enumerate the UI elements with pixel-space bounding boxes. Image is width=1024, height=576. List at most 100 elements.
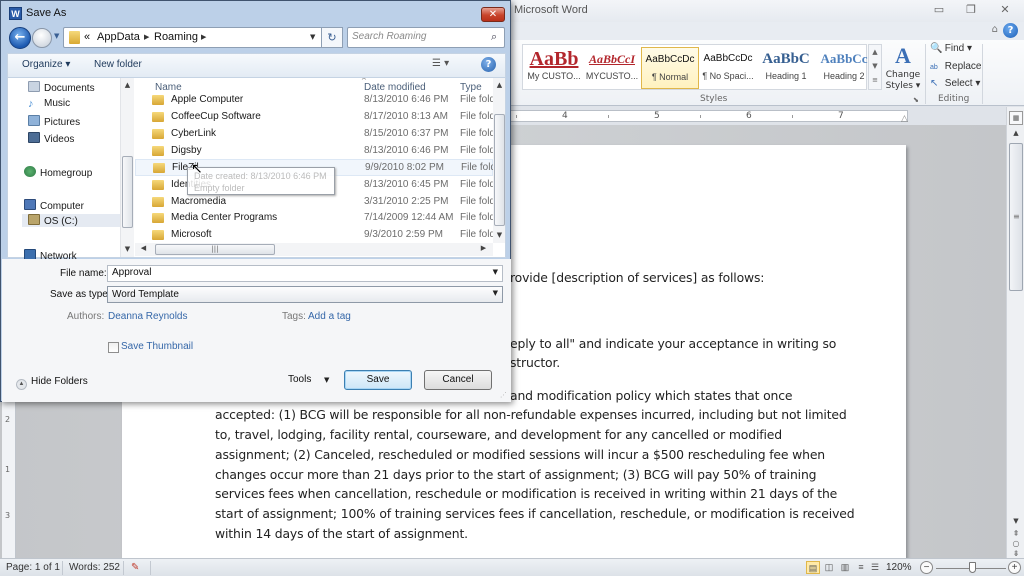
file-row[interactable]: Microsoft 9/3/2010 2:59 PM File folder [135,227,498,244]
scroll-left-arrow[interactable]: ◀ [137,244,150,252]
add-tag-link[interactable]: Add a tag [308,311,351,322]
select-button[interactable]: ↖ Select ▾ [930,78,980,89]
cancel-button[interactable]: Cancel [424,370,492,390]
recent-pages-dropdown-icon[interactable]: ▼ [54,32,59,40]
style-normal[interactable]: AaBbCcDc ¶ Normal [641,47,699,89]
scroll-down-arrow[interactable]: ▼ [121,245,134,253]
zoom-slider-thumb[interactable] [968,562,976,573]
navigation-pane-scrollbar[interactable]: ▲ ▼ [120,78,134,257]
chevron-down-icon[interactable]: ▼ [324,376,329,384]
outline-view-icon[interactable]: ≡ [854,561,868,574]
resize-grip-icon[interactable]: ⋰ [500,391,507,399]
file-row[interactable]: CoffeeCup Software 8/17/2010 8:13 AM Fil… [135,109,498,126]
save-button[interactable]: Save [344,370,412,390]
file-list-vertical-scrollbar[interactable]: ▲ ▼ [493,78,505,243]
new-folder-button[interactable]: New folder [94,59,142,70]
dialog-close-button[interactable]: ✕ [481,7,505,22]
nav-item-computer[interactable]: Computer [24,199,84,212]
minimize-ribbon-icon[interactable]: ⌂ [992,24,998,35]
chevron-down-icon[interactable]: ▼ [493,268,498,276]
scroll-up-arrow[interactable]: ▲ [1007,129,1024,139]
save-as-type-select[interactable]: Word Template ▼ [107,286,503,303]
zoom-level[interactable]: 120% [886,562,912,573]
search-input[interactable] [352,31,482,42]
file-row[interactable]: CyberLink 8/15/2010 6:37 PM File folder [135,126,498,143]
tools-button[interactable]: Tools [288,374,311,385]
nav-item-videos[interactable]: Videos [28,132,74,145]
nav-item-homegroup[interactable]: Homegroup [24,166,92,179]
previous-page-icon[interactable]: ⇞ [1007,529,1024,538]
full-screen-reading-view-icon[interactable]: ◫ [822,561,836,574]
change-view-button[interactable]: ☰ ▾ [432,58,449,69]
nav-item-documents[interactable]: Documents [28,81,95,94]
zoom-out-button[interactable]: − [920,561,933,574]
next-page-icon[interactable]: ⇟ [1007,549,1024,558]
scroll-thumb[interactable] [494,114,505,226]
style-my-custom-2[interactable]: AaBbCcI MYCUSTO... [583,47,641,89]
more-styles-icon[interactable]: ≡ [869,73,881,87]
file-list-horizontal-scrollbar[interactable]: ◀ ||| ▶ [135,243,493,256]
scroll-thumb[interactable]: ||| [155,244,275,255]
dialog-titlebar[interactable]: W Save As ✕ [1,1,510,25]
file-row[interactable]: Media Center Programs 7/14/2009 12:44 AM… [135,210,498,227]
scroll-up-arrow[interactable]: ▲ [121,81,134,89]
search-box[interactable]: ⌕ [347,27,505,48]
page-count[interactable]: Page: 1 of 1 [6,562,60,573]
web-layout-view-icon[interactable]: ▥ [838,561,852,574]
vertical-scrollbar[interactable]: ▦ ▲ ≡ ▼ ⇞ ○ ⇟ [1006,107,1024,558]
scroll-thumb[interactable]: ≡ [1009,143,1023,291]
proofing-icon[interactable]: ✎ [131,562,139,573]
styles-gallery-scroll[interactable]: ▲ ▼ ≡ [868,44,882,90]
style-no-spacing[interactable]: AaBbCcDc ¶ No Spaci... [699,47,757,89]
word-count[interactable]: Words: 252 [69,562,120,573]
search-icon[interactable]: ⌕ [491,30,497,44]
chevron-right-icon[interactable]: ▶ [201,33,206,41]
file-name-input[interactable] [112,267,472,278]
nav-item-music[interactable]: ♪ Music [28,98,70,110]
chevron-down-icon[interactable]: ▼ [310,33,315,41]
refresh-button[interactable]: ↻ [321,27,343,48]
file-name-field[interactable]: ▼ [107,265,503,282]
file-row[interactable]: Macromedia 3/31/2010 2:25 PM File folder [135,194,498,211]
nav-item-os-c[interactable]: OS (C:) [22,214,122,227]
breadcrumb-roaming[interactable]: Roaming [154,31,198,43]
chevron-up-icon[interactable]: ▲ [869,45,881,59]
scroll-right-arrow[interactable]: ▶ [477,244,490,252]
view-ruler-icon[interactable]: ▦ [1009,111,1023,125]
chevron-down-icon[interactable]: ▼ [493,289,498,297]
help-icon[interactable]: ? [1003,23,1018,38]
print-layout-view-icon[interactable]: ▤ [806,561,820,574]
scroll-down-arrow[interactable]: ▼ [1007,517,1024,527]
authors-value[interactable]: Deanna Reynolds [108,311,188,322]
address-bar[interactable]: « AppData ▶ Roaming ▶ ▼ [63,27,323,48]
minimize-button[interactable]: ▭ [928,2,950,18]
change-styles-button[interactable]: A Change Styles ▾ [884,42,922,94]
save-thumbnail-label[interactable]: Save Thumbnail [121,341,193,352]
styles-dialog-launcher-icon[interactable]: ⬊ [913,96,919,104]
chevron-right-icon[interactable]: ▶ [144,33,149,41]
draft-view-icon[interactable]: ☰ [868,561,882,574]
file-row[interactable]: Apple Computer 8/13/2010 6:46 PM File fo… [135,92,498,109]
hide-folders-button[interactable]: ▲ Hide Folders [16,376,88,390]
style-heading-1[interactable]: AaBbC Heading 1 [757,47,815,89]
file-row[interactable]: Digsby 8/13/2010 6:46 PM File folder [135,143,498,160]
zoom-in-button[interactable]: + [1008,561,1021,574]
help-icon[interactable]: ? [481,57,496,72]
browse-object-icon[interactable]: ○ [1007,539,1024,548]
organize-button[interactable]: Organize ▾ [22,59,70,70]
style-my-custom-1[interactable]: AaBb My CUSTO... [525,47,583,89]
chevron-down-icon[interactable]: ▼ [869,59,881,73]
scroll-thumb[interactable] [122,156,133,228]
breadcrumb-overflow[interactable]: « [84,31,90,43]
save-thumbnail-checkbox[interactable] [108,342,119,353]
scroll-down-arrow[interactable]: ▼ [493,231,505,239]
breadcrumb-appdata[interactable]: AppData [97,31,140,43]
back-button[interactable]: ← [9,27,31,49]
scroll-up-arrow[interactable]: ▲ [493,81,505,89]
nav-item-pictures[interactable]: Pictures [28,115,80,128]
find-button[interactable]: 🔍 Find ▾ [930,43,972,54]
close-window-button[interactable]: ✕ [994,2,1016,18]
restore-button[interactable]: ❐ [960,2,982,18]
right-indent-marker[interactable]: △ [901,114,908,124]
replace-button[interactable]: ab Replace [930,61,981,72]
